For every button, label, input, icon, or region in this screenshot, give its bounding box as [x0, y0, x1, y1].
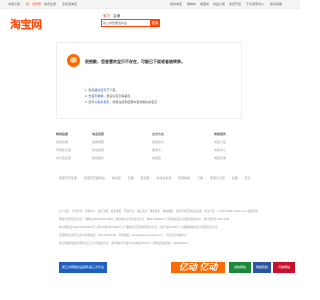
notice-panel: 很抱歉，您查看的宝贝不存在，可能已下架或者被转移。 1. 您收藏的宝贝已下架。 … — [56, 42, 242, 119]
list-item: 3. 您可以联系卖家，或者在搜索结果中查找相似的宝贝 — [85, 99, 157, 105]
search-button[interactable]: 搜索 — [150, 19, 160, 27]
footer-link[interactable]: 发票保障 — [92, 140, 132, 144]
group-link[interactable]: 全球速卖通 — [156, 176, 171, 180]
group-link[interactable]: 阿里妈妈 — [178, 176, 190, 180]
legal-line: 关于淘宝 合作伙伴 营销中心 廉正举报 联系客服 开放平台 诚征英才 联系我们 … — [59, 210, 259, 213]
legal-line: 浙公网安备 33010002000078号 | 浙ICP备09070065号 |… — [59, 226, 218, 229]
legal-line: 网络文化经营许可证：浙网文[2022]1034-058号 | 增值电信业务经营许… — [59, 218, 230, 221]
footer-link[interactable]: 淘宝智库 — [214, 156, 254, 160]
legal-line: 互联网违法和不良信息举报电话：0571-81683755 举报邮箱：jubao@… — [59, 234, 187, 237]
my-taobao-link[interactable]: 我的淘宝 — [170, 2, 182, 6]
notice-list: 1. 您收藏的宝贝已下架。 2. 去首页看看，更多好宝贝等着您 3. 您可以联系… — [85, 87, 157, 105]
group-link[interactable]: 钉钉 — [245, 176, 251, 180]
group-link[interactable]: 阿里云计算 — [210, 176, 225, 180]
homepage-link[interactable]: 首页看看 — [91, 94, 103, 98]
footer-link[interactable]: 免费注册 — [56, 140, 96, 144]
notice-title: 很抱歉，您查看的宝贝不存在，可能已下架或者被转移。 — [85, 59, 185, 64]
group-links: 阿里巴巴集团 阿里巴巴国际站 淘宝网 天猫 聚划算 全球速卖通 阿里妈妈 飞猪 … — [59, 176, 251, 180]
favorites-link[interactable]: 收藏的宝贝 — [91, 88, 106, 92]
open-shop-link[interactable]: 免费开店 — [229, 2, 241, 6]
footer-link[interactable]: 快捷支付 — [152, 140, 192, 144]
legal-line: 医疗器械网络交易服务第三方平台备案凭证：(浙)网械平台备字[2018]第0000… — [59, 242, 188, 245]
register-link[interactable]: 免费注册 — [44, 2, 56, 6]
top-bar: 中国大陆 亲，请登录 免费注册 手机逛淘宝 我的淘宝 购物车 收藏夹 商品分类 … — [0, 0, 300, 9]
footer-link[interactable]: 售后规则 — [92, 148, 132, 152]
line-text: 已下架。 — [106, 88, 119, 92]
column-heading: 支付方式 — [152, 132, 165, 136]
mascot-icon — [67, 54, 80, 67]
footer-link[interactable]: 余额宝 — [152, 156, 192, 160]
footer-link[interactable]: 商家入驻 — [214, 140, 254, 144]
seller-center-link[interactable]: 千牛卖家中心 — [246, 2, 264, 6]
group-link[interactable]: 优酷 — [232, 176, 238, 180]
column-heading: 商家服务 — [214, 132, 227, 136]
line-text: 3. 您可以 — [85, 100, 98, 104]
footer-link[interactable]: 支付宝充值 — [56, 156, 96, 160]
footer-link[interactable]: 开通支付宝 — [56, 148, 96, 152]
favorites-link[interactable]: 收藏夹 — [200, 2, 209, 6]
footer-link[interactable]: 信用卡 — [152, 148, 192, 152]
region-selector[interactable]: 中国大陆 — [8, 2, 20, 6]
group-link[interactable]: 淘宝网 — [112, 176, 121, 180]
group-link[interactable]: 阿里巴巴国际站 — [84, 176, 105, 180]
group-link[interactable]: 飞猪 — [197, 176, 203, 180]
footer-link[interactable]: 商家中心 — [214, 148, 254, 152]
contact-seller-link[interactable]: 联系卖家 — [97, 100, 109, 104]
cart-link[interactable]: 购物车 — [187, 2, 196, 6]
footer-column: 支付方式 快捷支付 信用卡 余额宝 — [152, 132, 192, 164]
footer-link[interactable]: 缺货赔付 — [92, 156, 132, 160]
column-heading: 购物指南 — [56, 132, 69, 136]
group-link[interactable]: 天猫 — [128, 176, 134, 180]
search-box: 搜索 — [101, 19, 160, 27]
taobao-logo[interactable]: 淘宝网 — [10, 16, 42, 32]
customer-service-link[interactable]: 联系客服 — [270, 2, 282, 6]
trust-site-badge[interactable]: 诚信网站 — [229, 262, 251, 273]
group-link[interactable]: 聚划算 — [140, 176, 149, 180]
footer-column: 淘宝保障 发票保障 售后规则 缺货赔付 — [92, 132, 132, 164]
police-badge[interactable]: 网络警察 — [253, 262, 271, 273]
search-input[interactable] — [103, 20, 147, 26]
legal-info: 关于淘宝 合作伙伴 营销中心 廉正举报 联系客服 开放平台 诚征英才 联系我们 … — [59, 208, 279, 248]
food-platform-badge[interactable]: 浙江省网络食品销售第三方平台 — [59, 262, 107, 273]
line-text: ，更多好宝贝等着您 — [103, 94, 131, 98]
footer-column: 购物指南 免费注册 开通支付宝 支付宝充值 — [56, 132, 96, 164]
mobile-taobao-link[interactable]: 手机逛淘宝 — [62, 2, 77, 6]
credible-site-badge[interactable]: 可信网站 — [273, 262, 295, 273]
line-text: ，或者在搜索结果中查找相似的宝贝 — [109, 100, 158, 104]
footer-column: 商家服务 商家入驻 商家中心 淘宝智库 — [214, 132, 254, 164]
column-heading: 淘宝保障 — [92, 132, 105, 136]
category-link[interactable]: 商品分类 — [213, 2, 225, 6]
login-link[interactable]: 亲，请登录 — [26, 2, 41, 6]
yidong-logo: 亿动 亿动 — [171, 262, 225, 273]
group-link[interactable]: 阿里巴巴集团 — [59, 176, 77, 180]
